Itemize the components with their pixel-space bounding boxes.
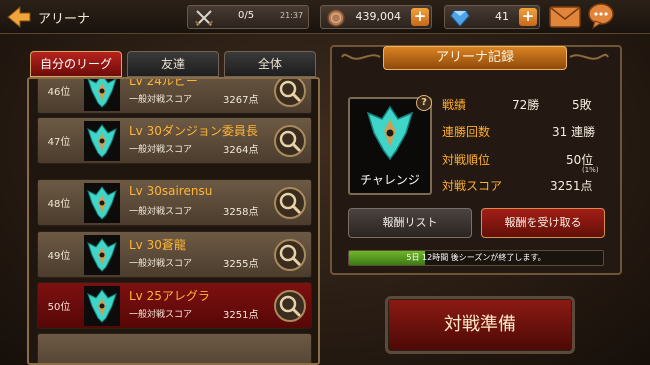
row-rank: 47位 [47,137,71,148]
season-progress-bar: 5日 12時間 後シーズンが終了します。 [348,250,604,266]
magnifier-icon[interactable] [272,121,308,161]
crest-icon [84,286,120,326]
row-rank: 49位 [47,251,71,262]
ranking-row[interactable]: 46位 Lv 24ルビー 一般対戦スコア 3267点 [37,77,312,114]
row-score: 3258点 [223,207,259,218]
coin-icon [327,9,345,27]
ranking-row-self[interactable]: 50位 Lv 25アレグラ 一般対戦スコア 3251点 [37,282,312,329]
magnifier-icon[interactable] [272,286,308,326]
row-score: 3251点 [223,310,259,321]
row-rank: 50位 [47,302,71,313]
row-player-name: Lv 25アレグラ [129,289,210,303]
row-score: 3255点 [223,259,259,270]
prepare-battle-button[interactable]: 対戦準備 [385,296,575,354]
gold-counter: 439,004 + [320,5,432,29]
crest-icon [84,183,120,223]
rank-label: 対戦順位 [442,153,491,167]
stamina-counter: 0/5 21:37 [187,5,309,29]
league-badge: チャレンジ [348,97,432,195]
chat-icon[interactable] [587,2,615,30]
row-score-label: 一般対戦スコア [129,259,193,269]
rank-percentile: (1%) [582,166,599,174]
flourish-right-icon [569,53,609,60]
tab-all[interactable]: 全体 [224,51,316,77]
row-score-label: 一般対戦スコア [129,95,193,105]
add-gem-button[interactable]: + [519,8,537,26]
crest-icon [84,121,120,161]
ranking-list[interactable]: 46位 Lv 24ルビー 一般対戦スコア 3267点 47位 Lv 30ダンジョ… [27,77,320,365]
row-rank: 48位 [47,199,71,210]
streak-label: 連勝回数 [442,125,491,139]
streak-value: 31 連勝 [552,125,596,139]
score-label: 対戦スコア [442,179,503,193]
back-arrow-icon[interactable] [6,5,32,29]
row-score-label: 一般対戦スコア [129,207,193,217]
crossed-swords-icon [195,10,213,26]
gem-counter: 41 + [444,5,540,29]
stamina-timer: 21:37 [280,11,304,20]
ranking-row[interactable]: 47位 Lv 30ダンジョン委員長 一般対戦スコア 3264点 [37,117,312,164]
tab-friends[interactable]: 友達 [127,51,219,77]
magnifier-icon[interactable] [272,235,308,275]
row-player-name: Lv 24ルビー [129,77,198,88]
results-label: 戦績 [442,98,467,112]
row-score: 3264点 [223,145,259,156]
row-rank: 46位 [47,87,71,98]
reward-list-button[interactable]: 報酬リスト [348,208,472,238]
magnifier-icon[interactable] [272,183,308,223]
row-score-label: 一般対戦スコア [129,310,193,320]
losses-value: 5敗 [572,98,592,112]
row-player-name: Lv 30sairensu [129,184,213,198]
row-player-name: Lv 30ダンジョン委員長 [129,124,258,138]
row-player-name: Lv 30蒼龍 [129,238,186,252]
claim-reward-button[interactable]: 報酬を受け取る [481,208,605,238]
add-gold-button[interactable]: + [411,8,429,26]
info-icon[interactable]: ? [416,95,432,111]
crest-icon [84,235,120,275]
season-remaining-text: 5日 12時間 後シーズンが終了します。 [406,253,546,262]
ranking-row[interactable] [37,333,312,363]
row-score: 3267点 [223,95,259,106]
row-score-label: 一般対戦スコア [129,145,193,155]
screen-title: アリーナ [38,12,91,27]
mail-icon[interactable] [549,6,581,28]
flourish-left-icon [341,53,381,60]
ranking-row[interactable]: 48位 Lv 30sairensu 一般対戦スコア 3258点 [37,179,312,226]
arena-record-title: アリーナ記録 [383,46,567,70]
wins-value: 72勝 [512,98,540,112]
league-name: チャレンジ [360,173,420,187]
tab-my-league[interactable]: 自分のリーグ [30,51,122,77]
magnifier-icon[interactable] [272,77,308,111]
stamina-value: 0/5 [238,10,255,21]
score-value: 3251点 [550,179,593,193]
gold-value: 439,004 [355,10,402,23]
crest-icon [84,77,120,111]
top-bar: アリーナ 0/5 21:37 439,004 + 41 + [0,0,650,34]
ranking-row[interactable]: 49位 Lv 30蒼龍 一般対戦スコア 3255点 [37,231,312,278]
challenge-crest-icon [366,105,414,161]
gem-value: 41 [495,10,509,23]
gem-icon [450,10,470,27]
